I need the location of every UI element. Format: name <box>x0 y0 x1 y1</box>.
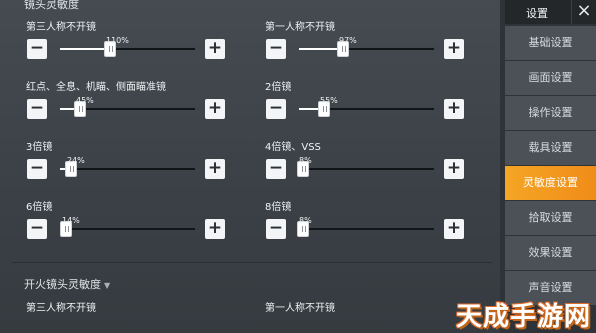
increase-button[interactable]: + <box>205 39 225 59</box>
settings-header: 设置 × <box>505 0 596 24</box>
setting-label: 第三人称不开镜 <box>26 22 96 33</box>
slider-track[interactable] <box>299 41 434 57</box>
section-title-scope-sensitivity: 镜头灵敏度 <box>24 0 79 12</box>
settings-panel: 镜头灵敏度 第三人称不开镜 − 110% + 第一人称不开镜 − 97% + 红… <box>0 0 500 333</box>
decrease-button[interactable]: − <box>266 159 286 179</box>
setting-6x-scope: 6倍镜 − 14% + <box>26 198 246 248</box>
slider-track[interactable] <box>60 221 195 237</box>
slider-value: 24% <box>67 156 85 165</box>
slider-track[interactable] <box>297 161 434 177</box>
increase-button[interactable]: + <box>205 99 225 119</box>
slider-track[interactable] <box>297 221 434 237</box>
increase-button[interactable]: + <box>444 219 464 239</box>
setting-label: 4倍镜、VSS <box>265 142 321 153</box>
close-icon[interactable]: × <box>571 0 596 24</box>
tab-basic-settings[interactable]: 基础设置 <box>505 26 596 60</box>
setting-3x-scope: 3倍镜 − 24% + <box>26 138 246 188</box>
setting-2x-scope: 2倍镜 − 55% + <box>265 78 485 128</box>
tab-vehicle-settings[interactable]: 载具设置 <box>505 131 596 165</box>
setting-firing-third-person: 第三人称不开镜 <box>26 299 246 319</box>
setting-label: 第一人称不开镜 <box>265 22 335 33</box>
tab-pickup-settings[interactable]: 拾取设置 <box>505 201 596 235</box>
settings-title: 设置 <box>526 7 548 20</box>
slider-track[interactable] <box>60 41 195 57</box>
setting-label: 2倍镜 <box>265 82 292 93</box>
setting-4x-scope-vss: 4倍镜、VSS − 8% + <box>265 138 485 188</box>
slider-value: 8% <box>299 216 312 225</box>
slider-value: 14% <box>62 216 80 225</box>
section-title-text: 镜头灵敏度 <box>24 0 79 11</box>
decrease-button[interactable]: − <box>266 99 286 119</box>
tab-controls-settings[interactable]: 操作设置 <box>505 96 596 130</box>
setting-label: 3倍镜 <box>26 142 53 153</box>
decrease-button[interactable]: − <box>27 99 47 119</box>
setting-8x-scope: 8倍镜 − 8% + <box>265 198 485 248</box>
tab-sensitivity-settings[interactable]: 灵敏度设置 <box>505 166 596 200</box>
slider-value: 45% <box>76 96 94 105</box>
slider-value: 110% <box>106 36 129 45</box>
increase-button[interactable]: + <box>205 159 225 179</box>
tab-effects-settings[interactable]: 效果设置 <box>505 236 596 270</box>
setting-label: 8倍镜 <box>265 202 292 213</box>
section-title-firing-scope-sensitivity: 开火镜头灵敏度 ▼ <box>24 276 110 292</box>
section-title-text: 开火镜头灵敏度 <box>24 278 101 291</box>
slider-value: 55% <box>320 96 338 105</box>
setting-label: 第一人称不开镜 <box>265 303 335 314</box>
decrease-button[interactable]: − <box>27 159 47 179</box>
slider-track[interactable] <box>60 161 195 177</box>
setting-first-person-no-scope: 第一人称不开镜 − 97% + <box>265 18 485 68</box>
increase-button[interactable]: + <box>444 159 464 179</box>
slider-track[interactable] <box>60 101 195 117</box>
watermark-logo: 天成手游网 <box>456 302 592 332</box>
increase-button[interactable]: + <box>444 99 464 119</box>
setting-third-person-no-scope: 第三人称不开镜 − 110% + <box>26 18 246 68</box>
decrease-button[interactable]: − <box>266 219 286 239</box>
increase-button[interactable]: + <box>205 219 225 239</box>
setting-label: 第三人称不开镜 <box>26 303 96 314</box>
slider-value: 8% <box>299 156 312 165</box>
decrease-button[interactable]: − <box>27 39 47 59</box>
slider-value: 97% <box>339 36 357 45</box>
tab-graphics-settings[interactable]: 画面设置 <box>505 61 596 95</box>
chevron-down-icon: ▼ <box>104 281 111 290</box>
slider-track[interactable] <box>299 101 434 117</box>
setting-firing-first-person: 第一人称不开镜 <box>265 299 485 319</box>
decrease-button[interactable]: − <box>27 219 47 239</box>
increase-button[interactable]: + <box>444 39 464 59</box>
setting-red-dot-holo: 红点、全息、机瞄、侧面瞄准镜 − 45% + <box>26 78 246 128</box>
setting-label: 红点、全息、机瞄、侧面瞄准镜 <box>26 82 166 93</box>
setting-label: 6倍镜 <box>26 202 53 213</box>
section-divider <box>12 262 492 263</box>
decrease-button[interactable]: − <box>266 39 286 59</box>
slider-fill <box>60 48 110 50</box>
